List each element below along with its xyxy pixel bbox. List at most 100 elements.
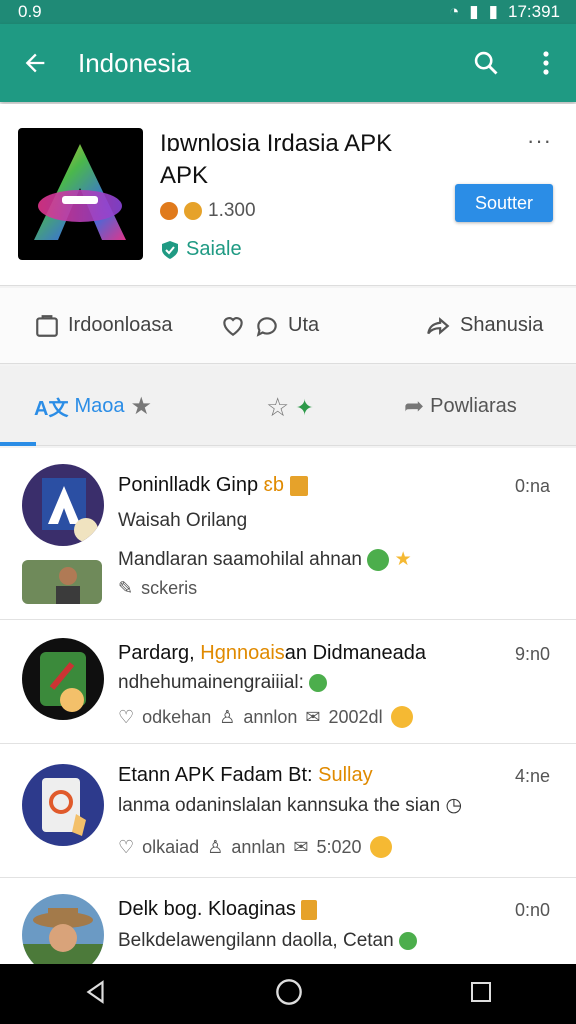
- avatar: [22, 638, 104, 720]
- avatar: [22, 764, 104, 846]
- like-action[interactable]: Uta: [220, 313, 319, 339]
- tab-indicator: [0, 442, 36, 446]
- heart-icon: ♡: [118, 836, 135, 857]
- comment-action-label: Uta: [288, 314, 320, 336]
- app-card: Iɒwnlosia Irdasia APK APK ··· 1.300 Saia…: [0, 104, 576, 286]
- list-item[interactable]: Pardarg, Hgnnoaisan Didmaneada 9:n0 ndhe…: [0, 620, 576, 744]
- tab-downloads-label: Powliaras: [430, 395, 517, 417]
- comment-icon: ✉: [305, 706, 321, 727]
- heart-icon: ♡: [118, 706, 135, 727]
- nav-back-button[interactable]: [83, 979, 109, 1010]
- post-meta: ♡ olkaiad ♙ annlan ✉ 5:020: [118, 836, 392, 858]
- safe-badge: Saiale: [160, 238, 242, 261]
- card-more-button[interactable]: ···: [527, 128, 552, 154]
- nav-recents-button[interactable]: [469, 980, 493, 1009]
- post-meta-date: 2002dl: [328, 706, 383, 727]
- tab-main[interactable]: A文 Maoa ★: [34, 392, 152, 421]
- reply-icon: ➦: [404, 393, 425, 420]
- star-icon: ★: [394, 549, 412, 570]
- post-meta: ✎ sckeris: [118, 578, 197, 599]
- primary-action-button[interactable]: Soutter: [455, 184, 553, 222]
- smile-emoji-icon: [369, 836, 392, 858]
- post-subtitle: Belkdelawengilann daolla, Cetan: [118, 930, 417, 952]
- post-body-text: Mandlaran saamohilal ahnan: [118, 549, 362, 570]
- wifi-icon: ◔: [449, 2, 460, 21]
- post-subtitle-text: Belkdelawengilann daolla, Cetan: [118, 930, 394, 951]
- download-action[interactable]: Irdoonloasa: [34, 313, 173, 339]
- back-button[interactable]: [0, 24, 70, 102]
- square-recents-icon: [471, 981, 491, 1002]
- verified-icon: [309, 673, 328, 692]
- app-bar: Indonesia: [0, 24, 576, 102]
- list-item[interactable]: Poninlladk Ginp ɛb 0:na Waisah Orilang M…: [0, 448, 576, 620]
- post-time: 0:n0: [514, 900, 550, 920]
- badge-icon: [367, 548, 390, 571]
- verified-icon: [398, 931, 417, 950]
- edit-icon: ✎: [118, 578, 134, 598]
- download-icon: [36, 314, 58, 337]
- post-title: Poninlladk Ginp ɛb: [118, 474, 308, 497]
- post-meta: ♡ odkehan ♙ annlon ✉ 2002dl: [118, 706, 413, 728]
- thumbnail: [22, 560, 102, 604]
- app-rating: 1.300: [160, 200, 256, 222]
- list-item[interactable]: Etann APK Fadam Bt: Sullay 4:ne lanma od…: [0, 744, 576, 878]
- signal-icon: ▮: [469, 2, 479, 21]
- user-icon: ♙: [207, 836, 224, 857]
- post-meta-likes: olkaiad: [142, 836, 200, 857]
- post-meta-likes: odkehan: [142, 706, 212, 727]
- post-title: Pardarg, Hgnnoaisan Didmaneada: [118, 642, 426, 665]
- app-avatar-icon: [42, 478, 98, 542]
- tab-favorites[interactable]: ☆ ✦: [266, 392, 314, 423]
- circle-home-icon: [276, 978, 302, 1005]
- shield-check-icon: [162, 240, 178, 259]
- leaf-icon: ✦: [295, 394, 314, 420]
- phone-hand-icon: [42, 778, 86, 836]
- post-title: Etann APK Fadam Bt: Sullay: [118, 764, 373, 787]
- share-action[interactable]: Shanusia: [424, 313, 543, 339]
- search-icon: [474, 51, 498, 75]
- app-title: Iɒwnlosia Irdasia APK APK: [160, 128, 450, 192]
- post-title-text: Poninlladk Ginp: [118, 474, 259, 496]
- post-time: 0:na: [514, 476, 550, 496]
- post-subtitle: ndhehumainengraiiial:: [118, 672, 328, 694]
- arrow-left-icon: [25, 53, 45, 73]
- post-title-text: Etann APK Fadam Bt:: [118, 764, 313, 786]
- overflow-menu-button[interactable]: [516, 24, 576, 102]
- app-avatar-icon: [40, 652, 86, 712]
- post-title: Delk bog. Kloaginas: [118, 898, 318, 921]
- battery-icon: ▮: [488, 2, 498, 21]
- triangle-back-icon: [86, 979, 104, 1004]
- post-title-highlight: Hgnnoais: [200, 642, 285, 664]
- share-icon: [427, 316, 450, 335]
- more-vert-icon: [543, 51, 549, 75]
- app-logo: [18, 128, 143, 260]
- heart-icon: [223, 316, 243, 336]
- post-list: Poninlladk Ginp ɛb 0:na Waisah Orilang M…: [0, 448, 576, 976]
- nav-home-button[interactable]: [275, 978, 303, 1011]
- post-title-text: Delk bog. Kloaginas: [118, 898, 296, 920]
- post-subtitle-text: ndhehumainengraiiial:: [118, 672, 304, 693]
- list-item[interactable]: Delk bog. Kloaginas 0:n0 Belkdelawengila…: [0, 878, 576, 976]
- tab-downloads[interactable]: ➦ Powliaras: [404, 392, 517, 421]
- share-action-label: Shanusia: [460, 314, 544, 336]
- smile-emoji-icon: [390, 706, 413, 728]
- search-button[interactable]: [456, 24, 516, 102]
- lock-icon: [289, 475, 308, 496]
- award-icon: [184, 202, 202, 220]
- comment-icon: ✉: [293, 836, 309, 857]
- post-title-highlight: Sullay: [318, 764, 373, 786]
- post-meta-date: 5:020: [316, 836, 362, 857]
- status-clock: 17:391: [508, 2, 560, 21]
- post-title-rest: an Didmaneada: [284, 642, 427, 664]
- rating-value: 1.300: [208, 200, 256, 221]
- lock-icon: [301, 899, 318, 920]
- post-subtitle-text: lanma odaninslalan kannsuka the sian: [118, 795, 441, 816]
- post-time: 9:n0: [514, 644, 550, 664]
- post-subtitle: lanma odaninslalan kannsuka the sian ◷: [118, 794, 462, 817]
- app-title-line2: APK: [160, 162, 209, 189]
- post-body: Mandlaran saamohilal ahnan ★: [118, 548, 412, 571]
- tab-main-label: Maoa: [74, 395, 125, 417]
- user-icon: ♙: [219, 706, 236, 727]
- comment-icon: [256, 316, 277, 337]
- person-thumbnail-icon: [56, 567, 80, 604]
